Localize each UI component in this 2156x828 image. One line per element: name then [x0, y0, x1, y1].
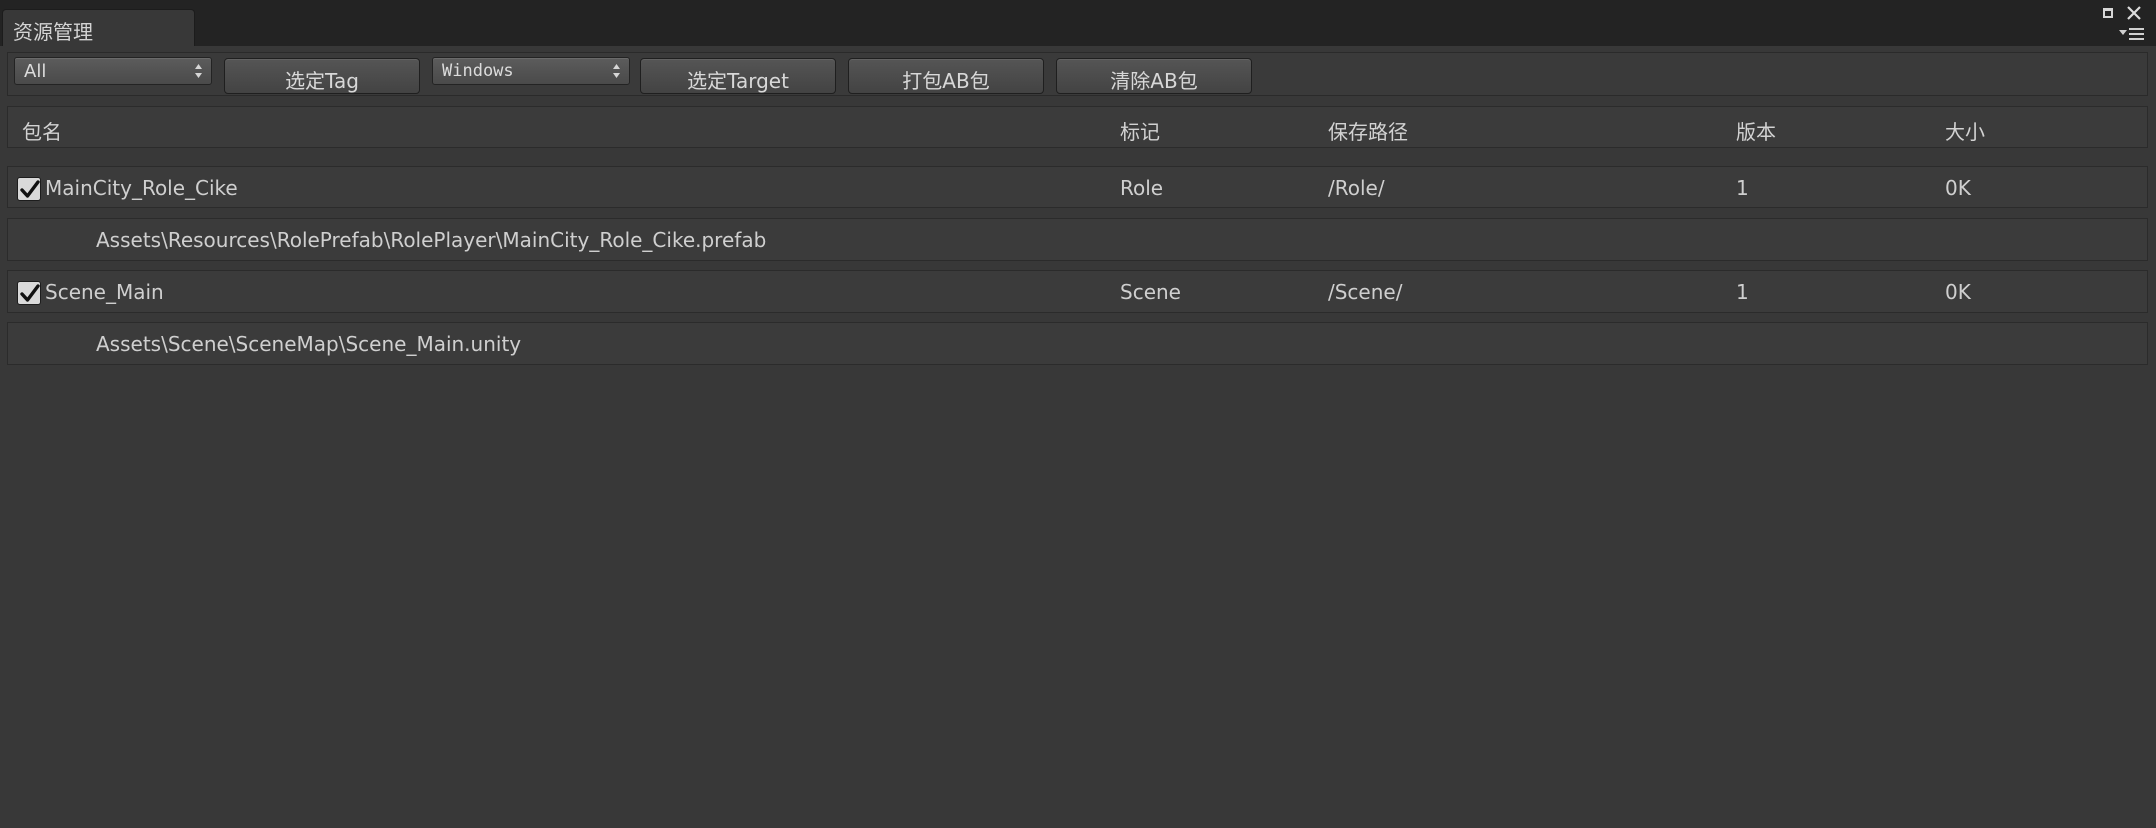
asset-manager-window: 资源管理 All 选定Tag Windows 选定Target 打包AB包 清除…	[0, 0, 2156, 828]
column-header-version: 版本	[1736, 120, 1776, 144]
column-header-tag: 标记	[1120, 120, 1160, 144]
asset-path-row: Assets\Scene\SceneMap\Scene_Main.unity	[7, 322, 2148, 365]
checkmark-icon	[20, 180, 40, 198]
up-down-arrows-icon	[613, 64, 620, 78]
asset-path-row: Assets\Resources\RolePrefab\RolePlayer\M…	[7, 218, 2148, 261]
bundle-name: MainCity_Role_Cike	[45, 176, 238, 200]
tab-asset-manager[interactable]: 资源管理	[2, 9, 195, 46]
column-header-size: 大小	[1945, 120, 1985, 144]
table-row[interactable]: Scene_Main Scene /Scene/ 1 0K	[7, 270, 2148, 313]
bundle-tag: Role	[1120, 176, 1164, 200]
asset-path: Assets\Resources\RolePrefab\RolePlayer\M…	[96, 228, 767, 252]
bundle-save-path: /Scene/	[1328, 280, 1403, 304]
column-header-save-path: 保存路径	[1328, 120, 1408, 144]
bundle-save-path: /Role/	[1328, 176, 1385, 200]
select-tag-button[interactable]: 选定Tag	[224, 58, 420, 94]
tag-filter-dropdown[interactable]: All	[14, 57, 212, 85]
tab-strip: 资源管理	[0, 0, 2156, 46]
bundle-version: 1	[1736, 176, 1749, 200]
column-header-name: 包名	[22, 120, 62, 144]
clear-ab-button[interactable]: 清除AB包	[1056, 58, 1252, 94]
bundle-name: Scene_Main	[45, 280, 164, 304]
asset-path: Assets\Scene\SceneMap\Scene_Main.unity	[96, 332, 522, 356]
platform-value: Windows	[442, 61, 514, 81]
toolbar: All 选定Tag Windows 选定Target 打包AB包 清除AB包	[7, 52, 2148, 96]
platform-dropdown[interactable]: Windows	[432, 57, 630, 85]
table-header: 包名 标记 保存路径 版本 大小	[7, 106, 2148, 148]
maximize-icon[interactable]	[2103, 8, 2113, 18]
tab-title: 资源管理	[13, 20, 93, 44]
menu-icon[interactable]	[2118, 25, 2146, 41]
bundle-size: 0K	[1945, 280, 1971, 304]
include-checkbox[interactable]	[17, 281, 41, 305]
up-down-arrows-icon	[195, 64, 202, 78]
bundle-tag: Scene	[1120, 280, 1181, 304]
tag-filter-value: All	[24, 61, 47, 82]
build-ab-button[interactable]: 打包AB包	[848, 58, 1044, 94]
close-icon[interactable]	[2124, 3, 2144, 23]
bundle-version: 1	[1736, 280, 1749, 304]
checkmark-icon	[20, 284, 40, 302]
select-target-button[interactable]: 选定Target	[640, 58, 836, 94]
table-row[interactable]: MainCity_Role_Cike Role /Role/ 1 0K	[7, 166, 2148, 208]
include-checkbox[interactable]	[17, 177, 41, 201]
bundle-size: 0K	[1945, 176, 1971, 200]
